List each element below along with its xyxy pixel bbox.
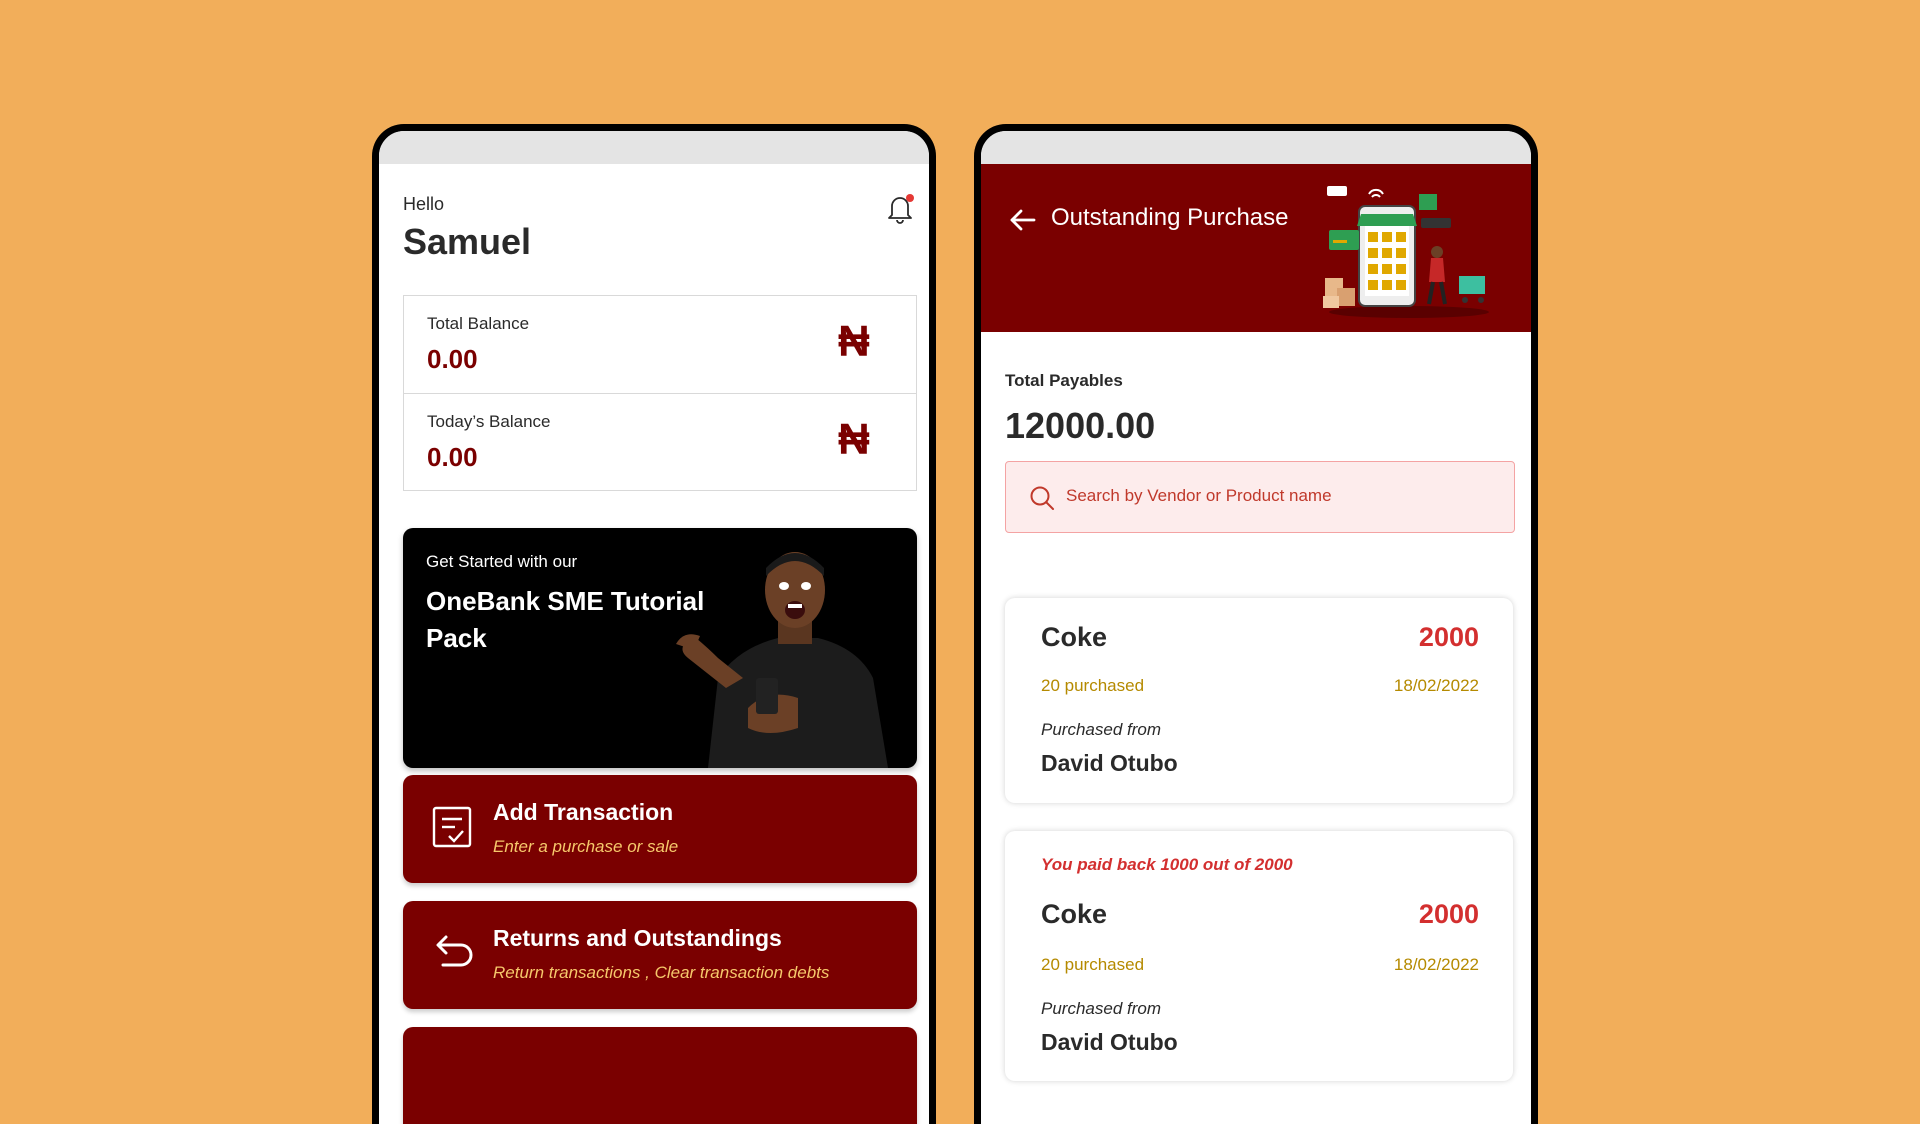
status-bar [379,131,929,164]
todays-balance-value: 0.00 [427,442,478,472]
balance-summary: Total Balance 0.00 ₦ Today’s Balance 0.0… [403,295,917,491]
purchased-from-label: Purchased from [1041,999,1161,1018]
repayment-note: You paid back 1000 out of 2000 [1041,855,1293,874]
purchase-date: 18/02/2022 [1393,955,1479,974]
add-transaction-title: Add Transaction [493,799,674,825]
naira-icon: ₦ [838,317,870,366]
purchased-from-label: Purchased from [1041,720,1161,739]
total-balance-value: 0.00 [427,344,478,374]
total-payables-label: Total Payables [1005,371,1123,390]
total-payables-value: 12000.00 [1005,405,1156,446]
todays-balance-row: Today’s Balance 0.00 ₦ [404,393,916,491]
tutorial-banner[interactable]: Get Started with our OneBank SME Tutoria… [403,528,917,768]
return-arrow-icon [436,935,473,967]
page-title: Outstanding Purchase [1051,204,1289,231]
search-input[interactable]: Search by Vendor or Product name [1005,461,1515,533]
status-bar [981,131,1531,164]
user-name: Samuel [403,221,532,262]
home-screen: Hello Samuel Total Balance 0.00 ₦ Today’… [372,124,936,1124]
purchase-card[interactable]: You paid back 1000 out of 2000 Coke 2000… [1005,831,1513,1081]
purchase-quantity: 20 purchased [1041,676,1145,695]
back-arrow-icon[interactable] [1007,204,1039,236]
tutorial-intro: Get Started with our [426,552,578,571]
page-header: Outstanding Purchase [981,164,1531,332]
purchase-card[interactable]: Coke 2000 20 purchased 18/02/2022 Purcha… [1005,598,1513,803]
product-name: Coke [1041,899,1108,929]
returns-outstandings-button[interactable]: Returns and Outstandings Return transact… [403,901,917,1009]
purchase-quantity: 20 purchased [1041,955,1145,974]
todays-balance-label: Today’s Balance [427,412,551,431]
returns-outstandings-subtitle: Return transactions , Clear transaction … [493,963,830,982]
add-transaction-subtitle: Enter a purchase or sale [493,837,679,856]
search-icon [1030,486,1054,510]
mobile-shopping-illustration [1323,186,1489,318]
add-transaction-button[interactable]: Add Transaction Enter a purchase or sale [403,775,917,883]
purchase-date: 18/02/2022 [1393,676,1479,695]
vendor-name: David Otubo [1041,750,1178,776]
excited-man-with-phone-image [676,552,888,768]
purchase-amount: 2000 [1418,899,1479,929]
more-actions-button[interactable] [403,1027,917,1124]
notification-bell-icon[interactable] [883,191,917,225]
purchase-amount: 2000 [1418,622,1479,652]
outstanding-purchase-screen: Outstanding Purchase Total Payables 1200… [974,124,1538,1124]
product-name: Coke [1041,622,1108,652]
total-balance-row: Total Balance 0.00 ₦ [404,296,916,393]
search-placeholder: Search by Vendor or Product name [1066,486,1332,505]
vendor-name: David Otubo [1041,1029,1178,1055]
greeting-text: Hello [403,194,445,214]
returns-outstandings-title: Returns and Outstandings [493,925,782,951]
checklist-icon [432,806,472,848]
total-balance-label: Total Balance [427,314,530,333]
naira-icon: ₦ [838,415,870,464]
